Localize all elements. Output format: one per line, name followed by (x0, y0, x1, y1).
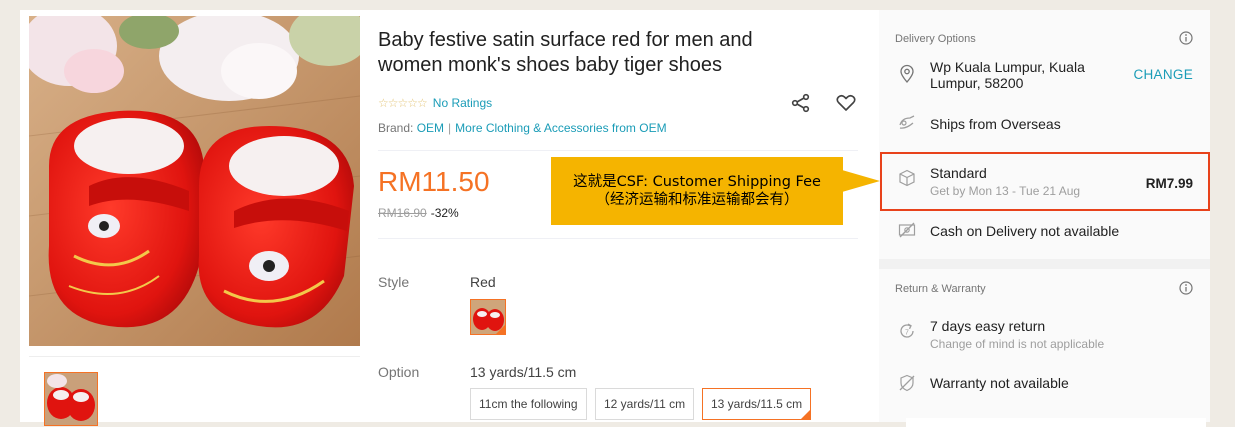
original-price-row: RM16.90 -32% (378, 206, 459, 220)
info-icon[interactable] (1179, 31, 1193, 45)
share-icon[interactable] (790, 92, 812, 114)
brand-label: Brand: (378, 121, 414, 135)
option-button-label: 13 yards/11.5 cm (711, 397, 803, 411)
return-policy-text: 7 days easy return (930, 318, 1046, 334)
section-divider (879, 259, 1210, 269)
style-label: Style (378, 274, 410, 290)
original-price: RM16.90 (378, 206, 427, 220)
option-label: Option (378, 364, 420, 380)
standard-delivery-highlight-box (880, 152, 1210, 211)
callout-arrow (842, 170, 880, 192)
discount-badge: -32% (430, 206, 459, 220)
style-value: Red (470, 274, 496, 290)
style-swatch-red[interactable] (470, 299, 506, 335)
wishlist-heart-icon[interactable] (835, 92, 857, 114)
return-policy-subtext: Change of mind is not applicable (930, 337, 1105, 351)
rating-stars-icon: ☆☆☆☆☆ (378, 96, 428, 110)
baby-shoes-photo (29, 16, 360, 346)
return-icon: 7 (900, 323, 914, 338)
option-button-13-yards[interactable]: 13 yards/11.5 cm (702, 388, 812, 420)
bottom-strip (906, 418, 1206, 427)
cash-on-delivery-icon (898, 222, 916, 238)
location-pin-icon (900, 64, 914, 83)
brand-row: Brand: OEM | More Clothing & Accessories f… (378, 121, 667, 135)
option-button-12-yards[interactable]: 12 yards/11 cm (595, 388, 695, 420)
delivery-address: Wp Kuala Lumpur, Kuala Lumpur, 58200 (930, 59, 1085, 91)
product-price: RM11.50 (378, 166, 490, 197)
brand-link[interactable]: OEM (417, 121, 444, 135)
thumbnail-1[interactable] (44, 372, 98, 426)
callout-line-1: 这就是CSF: Customer Shipping Fee (573, 174, 821, 190)
delivery-panel: Delivery Options Wp Kuala Lumpur, Kuala … (879, 10, 1210, 422)
product-main-image[interactable] (29, 16, 360, 346)
rating-row[interactable]: ☆☆☆☆☆ No Ratings (378, 96, 492, 110)
warranty-text: Warranty not available (930, 375, 1069, 391)
change-address-link[interactable]: CHANGE (1133, 67, 1193, 82)
csf-annotation-callout: 这就是CSF: Customer Shipping Fee （经济运输和标准运输… (551, 157, 843, 225)
option-value: 13 yards/11.5 cm (470, 364, 577, 380)
selected-corner-indicator (801, 410, 811, 419)
divider (378, 150, 858, 151)
more-from-brand-link[interactable]: More Clothing & Accessories from OEM (455, 121, 666, 135)
warranty-shield-icon (899, 374, 915, 392)
thumbnail-image (45, 373, 97, 425)
svg-text:7: 7 (905, 330, 909, 337)
callout-line-2: （经济运输和标准运输都会有） (595, 192, 799, 208)
cod-text: Cash on Delivery not available (930, 223, 1120, 239)
ships-overseas-icon (899, 115, 915, 129)
product-title: Baby festive satin surface red for men a… (378, 29, 753, 76)
selected-corner-indicator (496, 325, 505, 334)
delivery-options-heading: Delivery Options (895, 33, 976, 45)
option-button-11cm[interactable]: 11cm the following (470, 388, 587, 420)
return-warranty-heading: Return & Warranty (895, 283, 986, 295)
product-gallery (29, 16, 360, 426)
ratings-link[interactable]: No Ratings (433, 96, 492, 110)
info-icon[interactable] (1179, 281, 1193, 295)
divider (378, 238, 858, 239)
ships-from-text: Ships from Overseas (930, 116, 1061, 132)
thumbnail-strip (29, 356, 360, 426)
